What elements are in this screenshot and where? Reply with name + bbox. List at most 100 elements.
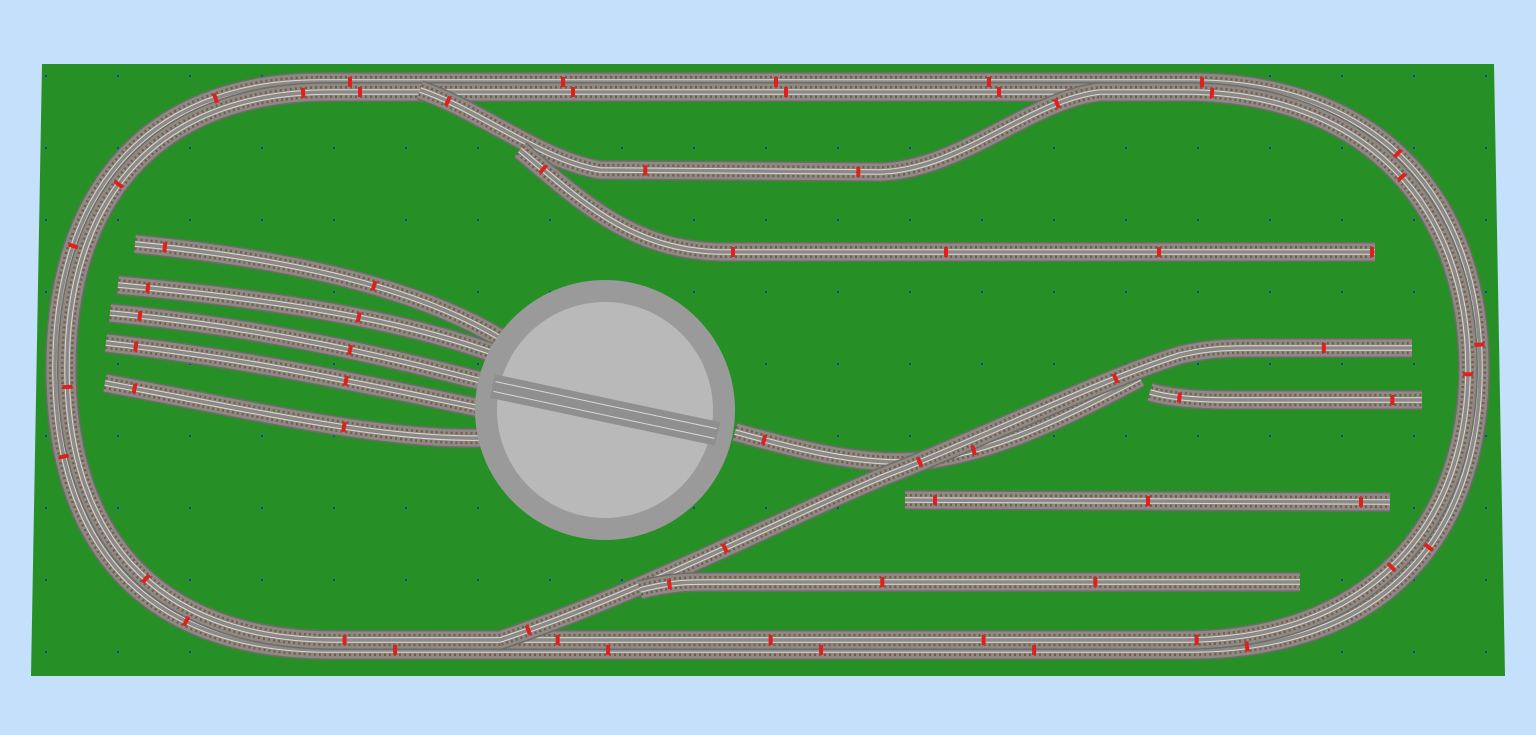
bottom-siding[interactable] — [640, 582, 1300, 590]
grid-dot — [45, 219, 47, 221]
grid-dot — [1197, 219, 1199, 221]
grid-dot — [45, 75, 47, 77]
grid-dot — [693, 219, 695, 221]
rail-joint — [358, 87, 362, 97]
grid-dot — [909, 435, 911, 437]
rail-joint — [1358, 496, 1364, 507]
grid-dot — [1341, 291, 1343, 293]
grid-dot — [189, 579, 191, 581]
grid-dot — [765, 507, 767, 509]
grid-dot — [45, 147, 47, 149]
grid-dot — [1413, 75, 1415, 77]
rail-joint — [1321, 343, 1326, 353]
grid-dot — [1269, 219, 1271, 221]
grid-dot — [1341, 435, 1343, 437]
grid-dot — [1485, 435, 1487, 437]
rail-joint — [1474, 342, 1485, 347]
rail-joint — [981, 635, 986, 646]
rail-joint — [1093, 577, 1098, 587]
grid-dot — [1053, 147, 1055, 149]
grid-dot — [1125, 291, 1127, 293]
grid-dot — [981, 219, 983, 221]
grid-dot — [1341, 363, 1343, 365]
grid-dot — [549, 219, 551, 221]
grid-dot — [981, 291, 983, 293]
rail-joint — [774, 77, 778, 87]
rail-joint — [1209, 87, 1215, 99]
grid-dot — [909, 147, 911, 149]
grid-dot — [189, 507, 191, 509]
grid-dot — [261, 435, 263, 437]
grid-dot — [117, 651, 119, 653]
grid-dot — [117, 75, 119, 77]
grid-dot — [333, 363, 335, 365]
rail-joint — [1199, 77, 1205, 88]
grid-dot — [1413, 651, 1415, 653]
turntable[interactable] — [475, 280, 735, 540]
grid-dot — [837, 363, 839, 365]
grid-dot — [405, 219, 407, 221]
grid-dot — [1413, 363, 1415, 365]
rail-joint — [768, 635, 773, 646]
rail-joint — [1032, 645, 1037, 656]
grid-dot — [261, 579, 263, 581]
right-yard-track-1[interactable] — [1150, 392, 1422, 400]
grid-dot — [45, 291, 47, 293]
rail-joint — [393, 645, 398, 655]
grid-dot — [405, 147, 407, 149]
rail-joint — [1390, 395, 1395, 405]
grid-dot — [1053, 291, 1055, 293]
grid-dot — [765, 291, 767, 293]
grid-dot — [1485, 75, 1487, 77]
rail-joint — [1156, 247, 1161, 257]
grid-dot — [1197, 147, 1199, 149]
grid-dot — [1053, 219, 1055, 221]
grid-dot — [1341, 579, 1343, 581]
grid-dot — [1269, 291, 1271, 293]
grid-dot — [333, 219, 335, 221]
rail-joint — [342, 635, 347, 645]
rail-joint — [571, 87, 575, 97]
rail-joint — [932, 495, 938, 506]
grid-dot — [117, 219, 119, 221]
rail-joint — [784, 87, 788, 97]
rail-joint — [943, 247, 948, 257]
grid-dot — [981, 363, 983, 365]
grid-dot — [765, 219, 767, 221]
grid-dot — [1485, 579, 1487, 581]
grid-dot — [1413, 291, 1415, 293]
grid-dot — [1053, 435, 1055, 437]
rail-joint — [561, 77, 565, 87]
grid-dot — [477, 363, 479, 365]
grid-dot — [693, 291, 695, 293]
grid-dot — [405, 507, 407, 509]
rail-joint — [1145, 495, 1151, 507]
grid-dot — [45, 579, 47, 581]
grid-dot — [1197, 435, 1199, 437]
grid-dot — [477, 291, 479, 293]
rail-joint — [62, 384, 73, 390]
grid-dot — [333, 579, 335, 581]
grid-dot — [1413, 219, 1415, 221]
rail-joint — [555, 635, 560, 645]
grid-dot — [1485, 651, 1487, 653]
grid-dot — [621, 147, 623, 149]
grid-dot — [693, 147, 695, 149]
grid-dot — [261, 219, 263, 221]
rail-joint — [856, 166, 861, 177]
grid-dot — [1269, 435, 1271, 437]
grid-dot — [549, 579, 551, 581]
grid-dot — [1413, 147, 1415, 149]
rail-joint — [348, 77, 352, 87]
grid-dot — [1197, 363, 1199, 365]
rail-joint — [880, 577, 885, 587]
grid-dot — [837, 435, 839, 437]
grid-dot — [333, 147, 335, 149]
grid-dot — [1341, 219, 1343, 221]
grid-dot — [1341, 651, 1343, 653]
grid-dot — [261, 147, 263, 149]
grid-dot — [189, 651, 191, 653]
grid-dot — [1125, 147, 1127, 149]
grid-dot — [333, 291, 335, 293]
grid-dot — [1269, 75, 1271, 77]
